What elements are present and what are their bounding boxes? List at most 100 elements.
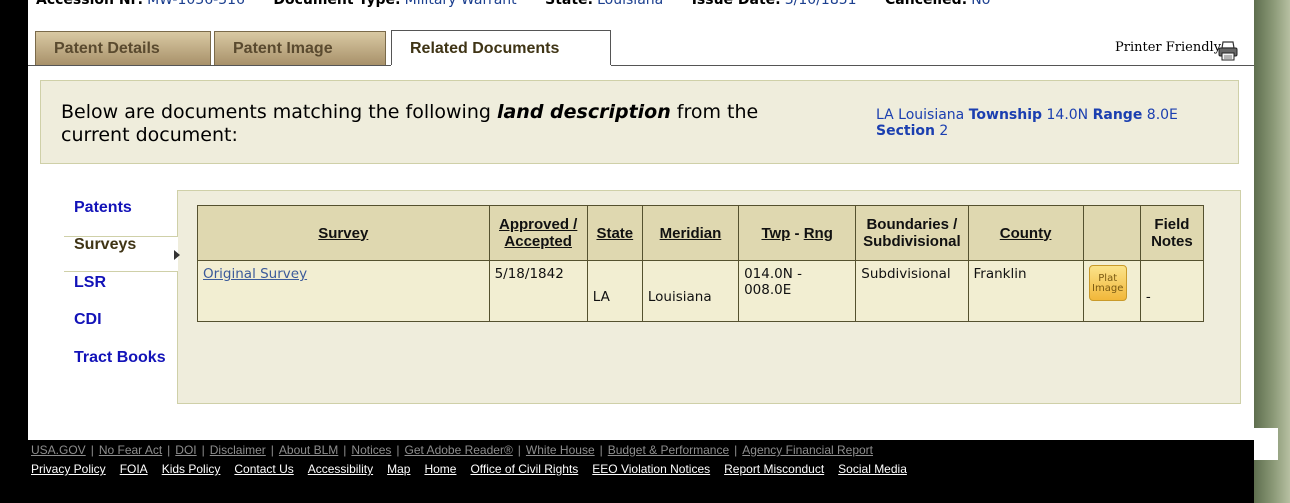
footer-link[interactable]: No Fear Act	[99, 443, 162, 457]
twp-rng-value: 014.0N - 008.0E	[744, 266, 802, 298]
cell-meridian: Louisiana	[641, 260, 740, 322]
header-twp-text[interactable]: Twp	[761, 225, 790, 242]
footer-link[interactable]: Get Adobe Reader®	[405, 443, 513, 457]
plat-image-icon[interactable]: Plat Image	[1088, 265, 1127, 301]
original-survey-link[interactable]: Original Survey	[203, 261, 484, 282]
township-value: 14.0N	[1046, 107, 1089, 123]
footer-separator: |	[396, 443, 400, 457]
footer-links-primary: USA.GOV | No Fear Act | DOI | Disclaimer | About…	[31, 443, 873, 457]
cell-approved: 5/18/1842	[488, 260, 588, 322]
right-white-gap	[1254, 428, 1278, 460]
cell-county: Franklin	[967, 260, 1084, 322]
approved-date: 5/18/1842	[494, 266, 564, 282]
header-field-notes: Field Notes	[1139, 205, 1205, 261]
tab-baseline	[28, 65, 1254, 66]
footer-separator: |	[517, 443, 521, 457]
range-label: Range	[1092, 107, 1143, 123]
tab-patent-image[interactable]: Patent Image	[214, 31, 386, 65]
land-state: LA Louisiana	[876, 107, 965, 123]
cell-image: Plat Image	[1082, 260, 1141, 322]
land-description-box: Below are documents matching the followi…	[40, 80, 1239, 164]
footer-separator: |	[270, 443, 274, 457]
issue-date-label: Issue Date:	[691, 0, 781, 8]
cancelled-value: No	[971, 0, 991, 8]
cell-survey[interactable]: Original Survey	[197, 260, 490, 322]
footer-link[interactable]: Report Misconduct	[724, 462, 824, 476]
footer-link[interactable]: Map	[387, 462, 410, 476]
footer-link[interactable]: Notices	[351, 443, 391, 457]
footer-separator: |	[201, 443, 205, 457]
footer-link[interactable]: USA.GOV	[31, 443, 86, 457]
footer-link[interactable]: Social Media	[838, 462, 907, 476]
footer-link[interactable]: EEO Violation Notices	[592, 462, 710, 476]
footer-link[interactable]: Office of Civil Rights	[470, 462, 578, 476]
intro-text: Below are documents matching the followi…	[61, 101, 497, 123]
cancelled-label: Cancelled:	[885, 0, 968, 8]
printer-friendly-link[interactable]: Printer Friendly	[1115, 40, 1221, 55]
header-meridian[interactable]: Meridian	[641, 205, 740, 261]
intro-bold-text: land description	[496, 101, 671, 123]
footer-link[interactable]: Kids Policy	[162, 462, 221, 476]
issue-date-value: 3/10/1851	[784, 0, 857, 8]
footer-link[interactable]: Privacy Policy	[31, 462, 106, 476]
nav-lsr[interactable]: LSR	[74, 274, 106, 292]
footer-separator: |	[343, 443, 347, 457]
boundaries-value: Subdivisional	[861, 266, 951, 282]
footer-link[interactable]: Accessibility	[308, 462, 373, 476]
selected-arrow-icon	[174, 250, 180, 260]
header-survey[interactable]: Survey	[197, 205, 490, 261]
footer-link[interactable]: Agency Financial Report	[742, 443, 873, 457]
surveys-table: Survey Approved / Accepted State Meridia…	[197, 205, 1205, 322]
accession-label: Accession Nr:	[36, 0, 144, 8]
header-state[interactable]: State	[586, 205, 643, 261]
header-twp-sep: -	[790, 224, 804, 242]
county-value: Franklin	[973, 266, 1027, 282]
footer-links-secondary: Privacy Policy FOIA Kids Policy Contact Us A…	[31, 462, 921, 476]
table-header-row: Survey Approved / Accepted State Meridia…	[197, 205, 1205, 261]
header-meridian-text[interactable]: Meridian	[660, 225, 722, 242]
footer-link[interactable]: Budget & Performance	[608, 443, 729, 457]
footer-link[interactable]: FOIA	[120, 462, 148, 476]
record-info-row: Accession Nr: MW-1036-316 Document Type: M…	[36, 0, 1014, 8]
tab-related-documents[interactable]: Related Documents	[391, 30, 611, 67]
cell-twp-rng: 014.0N - 008.0E	[738, 260, 857, 322]
tab-patent-details[interactable]: Patent Details	[35, 31, 211, 65]
active-tab-gap	[391, 65, 611, 67]
header-rng-text[interactable]: Rng	[804, 225, 833, 242]
footer-link[interactable]: Home	[424, 462, 456, 476]
footer-link[interactable]: Contact Us	[234, 462, 293, 476]
township-label: Township	[968, 107, 1043, 123]
section-label: Section	[876, 123, 935, 139]
footer-link[interactable]: Disclaimer	[210, 443, 266, 457]
header-image	[1082, 205, 1141, 261]
header-approved[interactable]: Approved / Accepted	[488, 205, 588, 261]
footer-link[interactable]: DOI	[175, 443, 196, 457]
page-content: Accession Nr: MW-1036-316 Document Type: M…	[28, 0, 1254, 440]
header-boundaries: Boundaries / Subdivisional	[855, 205, 969, 261]
footer-link[interactable]: About BLM	[279, 443, 338, 457]
range-value: 8.0E	[1146, 107, 1178, 123]
state-value: Louisiana	[597, 0, 664, 8]
accession-value: MW-1036-316	[147, 0, 245, 8]
table-row: Original Survey 5/18/1842 LA Louisiana 0…	[197, 260, 1205, 322]
footer-link[interactable]: White House	[526, 443, 595, 457]
cell-field-notes: -	[1139, 260, 1205, 322]
section-value: 2	[939, 123, 949, 139]
nav-cdi[interactable]: CDI	[74, 311, 102, 329]
doctype-label: Document Type:	[273, 0, 401, 8]
nav-patents[interactable]: Patents	[74, 199, 132, 217]
header-survey-text[interactable]: Survey	[318, 225, 368, 242]
nav-tract-books[interactable]: Tract Books	[74, 349, 166, 367]
footer-separator: |	[734, 443, 738, 457]
header-approved-text[interactable]: Approved / Accepted	[499, 216, 577, 250]
header-county-text[interactable]: County	[1000, 225, 1052, 242]
header-state-text[interactable]: State	[596, 225, 633, 242]
header-twp-rng[interactable]: Twp - Rng	[738, 205, 857, 261]
header-county[interactable]: County	[967, 205, 1084, 261]
cell-state: LA	[586, 260, 643, 322]
footer-separator: |	[167, 443, 171, 457]
printer-icon[interactable]	[1217, 40, 1239, 62]
state-label: State:	[545, 0, 594, 8]
nav-surveys[interactable]: Surveys	[74, 236, 136, 254]
doctype-value: Military Warrant	[404, 0, 517, 8]
